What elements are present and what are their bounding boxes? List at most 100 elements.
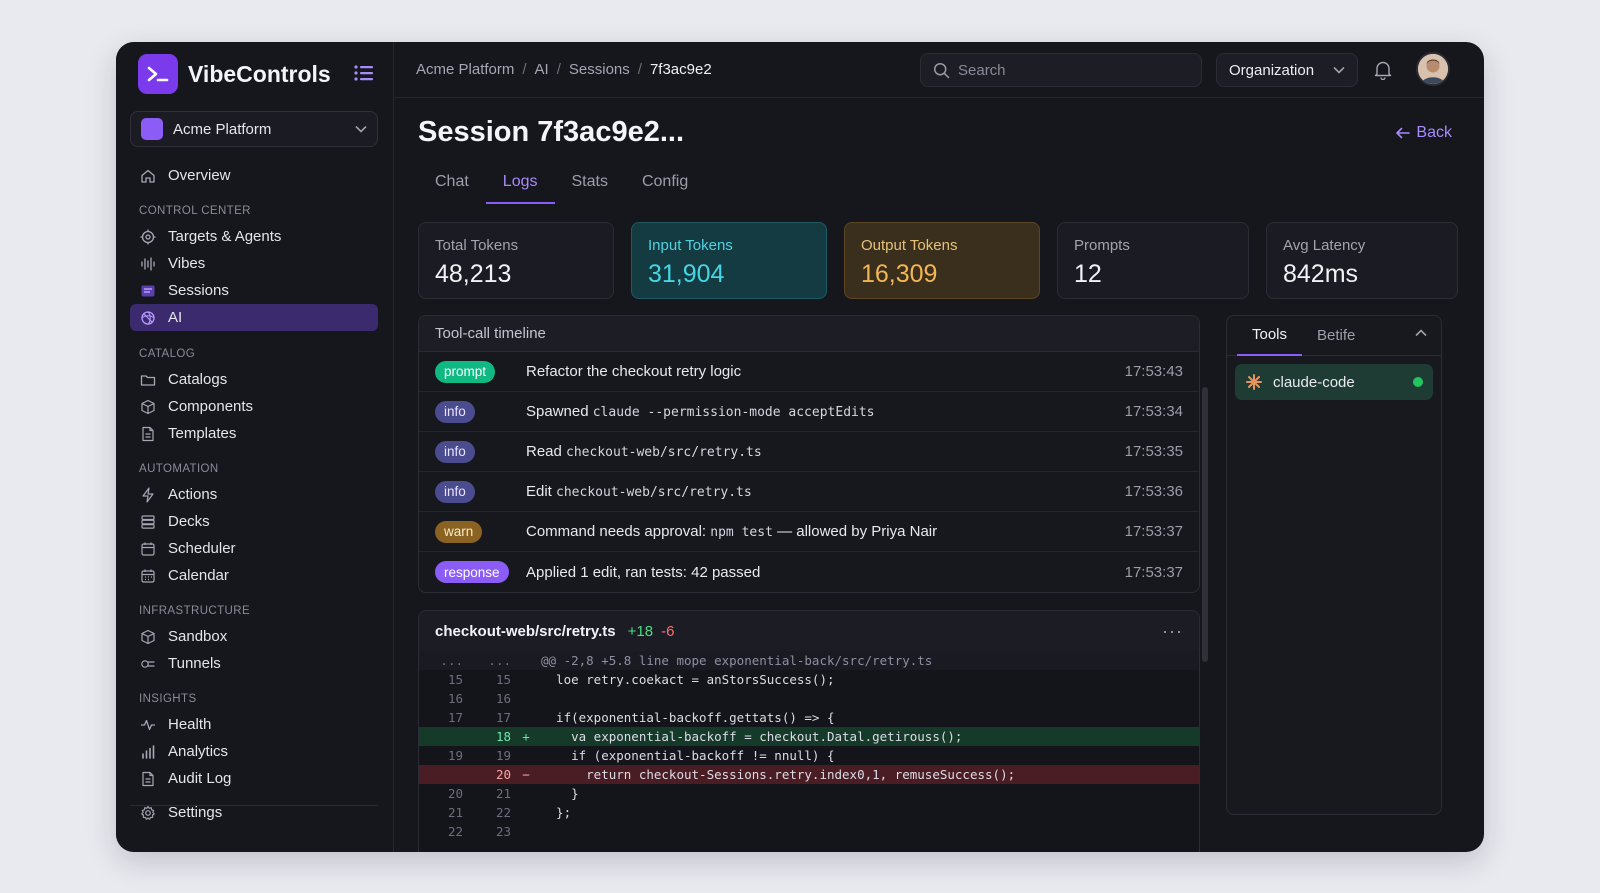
search-box[interactable] bbox=[920, 53, 1202, 87]
tab-stats[interactable]: Stats bbox=[555, 168, 625, 204]
back-link-label: Back bbox=[1416, 124, 1452, 141]
diff-line: 16 16 bbox=[419, 689, 1199, 708]
tab-logs[interactable]: Logs bbox=[485, 168, 555, 204]
sidebar-item-catalogs[interactable]: Catalogs bbox=[130, 366, 378, 393]
tunnel-icon bbox=[141, 659, 155, 668]
section-label-control-center: CONTROL CENTER bbox=[139, 205, 251, 217]
sidebar-item-scheduler[interactable]: Scheduler bbox=[130, 535, 378, 562]
breadcrumb-item[interactable]: AI bbox=[535, 61, 549, 78]
diff-line-number: 18 bbox=[495, 729, 511, 744]
sidebar: VibeControls Acme Platform Overview CONT… bbox=[116, 42, 394, 852]
workspace-select[interactable]: Acme Platform bbox=[130, 111, 378, 147]
search-input[interactable] bbox=[958, 61, 1178, 79]
status-online-dot bbox=[1413, 377, 1423, 387]
stat-label: Total Tokens bbox=[435, 237, 519, 254]
more-options-icon[interactable]: ··· bbox=[1162, 621, 1183, 642]
sidebar-item-analytics[interactable]: Analytics bbox=[130, 738, 378, 765]
cube-icon bbox=[141, 399, 155, 414]
topbar: Acme Platform / AI / Sessions / 7f3ac9e2… bbox=[394, 42, 1484, 98]
tab-betife[interactable]: Betife bbox=[1302, 316, 1370, 356]
event-time: 17:53:34 bbox=[1124, 403, 1183, 420]
sidebar-item-templates[interactable]: Templates bbox=[130, 420, 378, 447]
sidebar-item-settings[interactable]: Settings bbox=[130, 799, 378, 826]
event-time: 17:53:36 bbox=[1124, 483, 1183, 500]
sidebar-item-ai[interactable]: AI bbox=[130, 304, 378, 331]
chevron-down-icon bbox=[1333, 66, 1345, 74]
sessions-icon bbox=[141, 285, 155, 296]
sidebar-item-label: Decks bbox=[168, 513, 210, 530]
arrow-left-icon bbox=[1396, 127, 1411, 139]
timeline-row[interactable]: info Read checkout-web/src/retry.ts 17:5… bbox=[419, 432, 1199, 472]
stat-value: 48,213 bbox=[435, 260, 512, 288]
sidebar-item-health[interactable]: Health bbox=[130, 711, 378, 738]
tool-item-claude-code[interactable]: claude-code bbox=[1235, 364, 1433, 400]
timeline-row[interactable]: warn Command needs approval: npm test — … bbox=[419, 512, 1199, 552]
tools-panel: Tools Betife claude-code bbox=[1226, 315, 1442, 815]
tab-config[interactable]: Config bbox=[625, 168, 705, 204]
file-icon bbox=[142, 426, 154, 441]
diff-line: 20 21 } bbox=[419, 784, 1199, 803]
event-message: Command needs approval: npm test — allow… bbox=[526, 523, 938, 540]
sidebar-item-targets[interactable]: Targets & Agents bbox=[130, 223, 378, 250]
diff-header: checkout-web/src/retry.ts +18 -6 ··· bbox=[419, 611, 1199, 651]
diff-line-number: 15 bbox=[447, 672, 463, 687]
sidebar-item-label: Components bbox=[168, 398, 254, 415]
stat-label: Output Tokens bbox=[861, 237, 958, 254]
stat-value: 12 bbox=[1074, 260, 1102, 288]
timeline-row[interactable]: info Edit checkout-web/src/retry.ts 17:5… bbox=[419, 472, 1199, 512]
stat-value: 31,904 bbox=[648, 260, 725, 288]
brand[interactable]: VibeControls bbox=[138, 54, 331, 94]
sidebar-item-audit-log[interactable]: Audit Log bbox=[130, 765, 378, 792]
event-time: 17:53:37 bbox=[1124, 563, 1183, 581]
event-badge: prompt bbox=[435, 360, 496, 383]
sidebar-item-decks[interactable]: Decks bbox=[130, 508, 378, 535]
sidebar-item-tunnels[interactable]: Tunnels bbox=[130, 650, 378, 677]
back-link[interactable]: Back bbox=[1395, 124, 1452, 142]
tab-tools[interactable]: Tools bbox=[1237, 316, 1303, 356]
sidebar-item-label: Settings bbox=[168, 804, 223, 821]
timeline-row[interactable]: info Spawned claude --permission-mode ac… bbox=[419, 392, 1199, 432]
chevron-up-icon[interactable] bbox=[1415, 329, 1427, 337]
sidebar-item-sandbox[interactable]: Sandbox bbox=[130, 623, 378, 650]
timeline-title: Tool-call timeline bbox=[419, 316, 1199, 352]
sidebar-item-vibes[interactable]: Vibes bbox=[130, 250, 378, 277]
tool-call-timeline: Tool-call timeline prompt Refactor the c… bbox=[418, 315, 1200, 593]
list-menu-icon[interactable] bbox=[354, 64, 374, 87]
event-message: Applied 1 edit, ran tests: 42 passed bbox=[526, 563, 761, 581]
timeline-row[interactable]: prompt Refactor the checkout retry logic… bbox=[419, 352, 1199, 392]
content-scrollbar[interactable] bbox=[1202, 387, 1208, 662]
sidebar-item-components[interactable]: Components bbox=[130, 393, 378, 420]
event-badge: info bbox=[435, 480, 475, 503]
diff-line-code: }; bbox=[541, 805, 572, 820]
event-badge: info bbox=[435, 440, 475, 463]
sidebar-item-overview[interactable]: Overview bbox=[130, 162, 378, 189]
stat-label: Prompts bbox=[1074, 237, 1130, 254]
stat-card-input-tokens: Input Tokens 31,904 bbox=[631, 222, 827, 299]
tool-name: claude-code bbox=[1273, 373, 1355, 391]
breadcrumb-item[interactable]: Acme Platform bbox=[416, 61, 514, 78]
event-badge: info bbox=[435, 400, 475, 423]
event-message: Edit checkout-web/src/retry.ts bbox=[526, 483, 752, 500]
diff-line: 18 + va exponential-backoff = checkout.Da… bbox=[419, 727, 1199, 746]
notifications-bell-icon[interactable] bbox=[1374, 60, 1392, 85]
breadcrumb-item[interactable]: Sessions bbox=[569, 61, 630, 78]
stat-card-avg-latency: Avg Latency 842ms bbox=[1266, 222, 1458, 299]
event-message: Spawned claude --permission-mode acceptE… bbox=[526, 403, 875, 420]
diff-line-number: 21 bbox=[495, 786, 511, 801]
diff-line-marker: + bbox=[522, 729, 530, 744]
diff-line-number: 20 bbox=[447, 786, 463, 801]
pulse-icon bbox=[141, 719, 155, 730]
breadcrumb: Acme Platform / AI / Sessions / 7f3ac9e2 bbox=[416, 61, 712, 78]
tab-chat[interactable]: Chat bbox=[418, 168, 486, 204]
sidebar-item-label: Audit Log bbox=[168, 770, 232, 787]
user-avatar[interactable] bbox=[1416, 52, 1450, 86]
timeline-row[interactable]: response Applied 1 edit, ran tests: 42 p… bbox=[419, 552, 1199, 592]
organization-dropdown[interactable]: Organization bbox=[1216, 53, 1358, 87]
diff-file-name[interactable]: checkout-web/src/retry.ts bbox=[435, 623, 616, 640]
sidebar-item-label: Catalogs bbox=[168, 371, 228, 388]
sidebar-item-calendar[interactable]: Calendar bbox=[130, 562, 378, 589]
sidebar-item-actions[interactable]: Actions bbox=[130, 481, 378, 508]
sidebar-item-label: Overview bbox=[168, 167, 231, 184]
sidebar-item-sessions[interactable]: Sessions bbox=[130, 277, 378, 304]
breadcrumb-separator: / bbox=[556, 61, 561, 78]
